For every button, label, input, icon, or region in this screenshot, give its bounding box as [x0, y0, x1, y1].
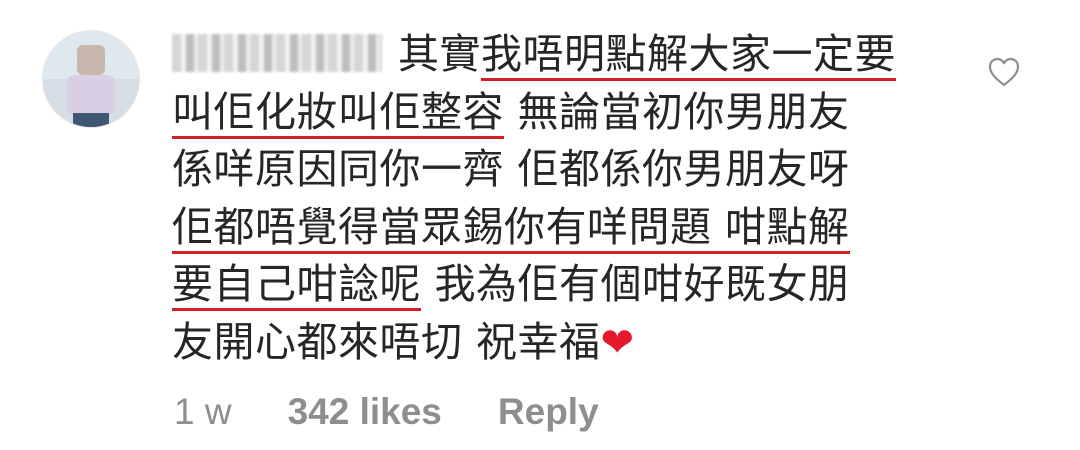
comment-line: 叫佢化妝叫佢整容 無論當初你男朋友: [172, 87, 850, 139]
comment-line: 佢都唔覺得當眾錫你有咩問題 咁點解: [172, 202, 850, 254]
heart-outline-icon: [988, 57, 1020, 87]
underlined-segment: 要自己咁諗呢: [172, 260, 421, 311]
reply-button[interactable]: Reply: [498, 391, 599, 433]
avatar[interactable]: [42, 30, 140, 128]
red-heart-emoji: ❤: [600, 319, 635, 366]
text-segment: 我為佢有個咁好既女朋: [421, 260, 850, 308]
text-segment: 係咩原因同你一齊 佢都係你男朋友呀: [172, 145, 850, 193]
like-button[interactable]: [987, 56, 1021, 88]
underlined-segment: 我唔明點解大家一定要: [481, 30, 896, 81]
comment-line: 其實我唔明點解大家一定要: [398, 30, 896, 81]
comment-line: 係咩原因同你一齊 佢都係你男朋友呀: [172, 145, 850, 193]
timestamp[interactable]: 1 w: [174, 391, 232, 433]
underlined-segment: 叫佢化妝叫佢整容: [172, 87, 504, 139]
text-segment: 無論當初你男朋友: [504, 87, 850, 136]
username-blurred[interactable]: [172, 34, 382, 72]
comment-text: 其實我唔明點解大家一定要 叫佢化妝叫佢整容 無論當初你男朋友 係咩原因同你一齊 …: [172, 26, 952, 372]
text-segment: 友開心都來唔切 祝幸福: [172, 317, 601, 366]
comment-meta: 1 w 342 likes Reply: [174, 390, 599, 434]
underlined-segment: 佢都唔覺得當眾錫你有咩問題 咁點解: [172, 202, 850, 254]
comment-line: 友開心都來唔切 祝幸福❤: [172, 318, 635, 366]
comment-line: 要自己咁諗呢 我為佢有個咁好既女朋: [172, 260, 850, 311]
text-segment: 其實: [398, 30, 481, 78]
likes-count[interactable]: 342 likes: [288, 391, 442, 433]
